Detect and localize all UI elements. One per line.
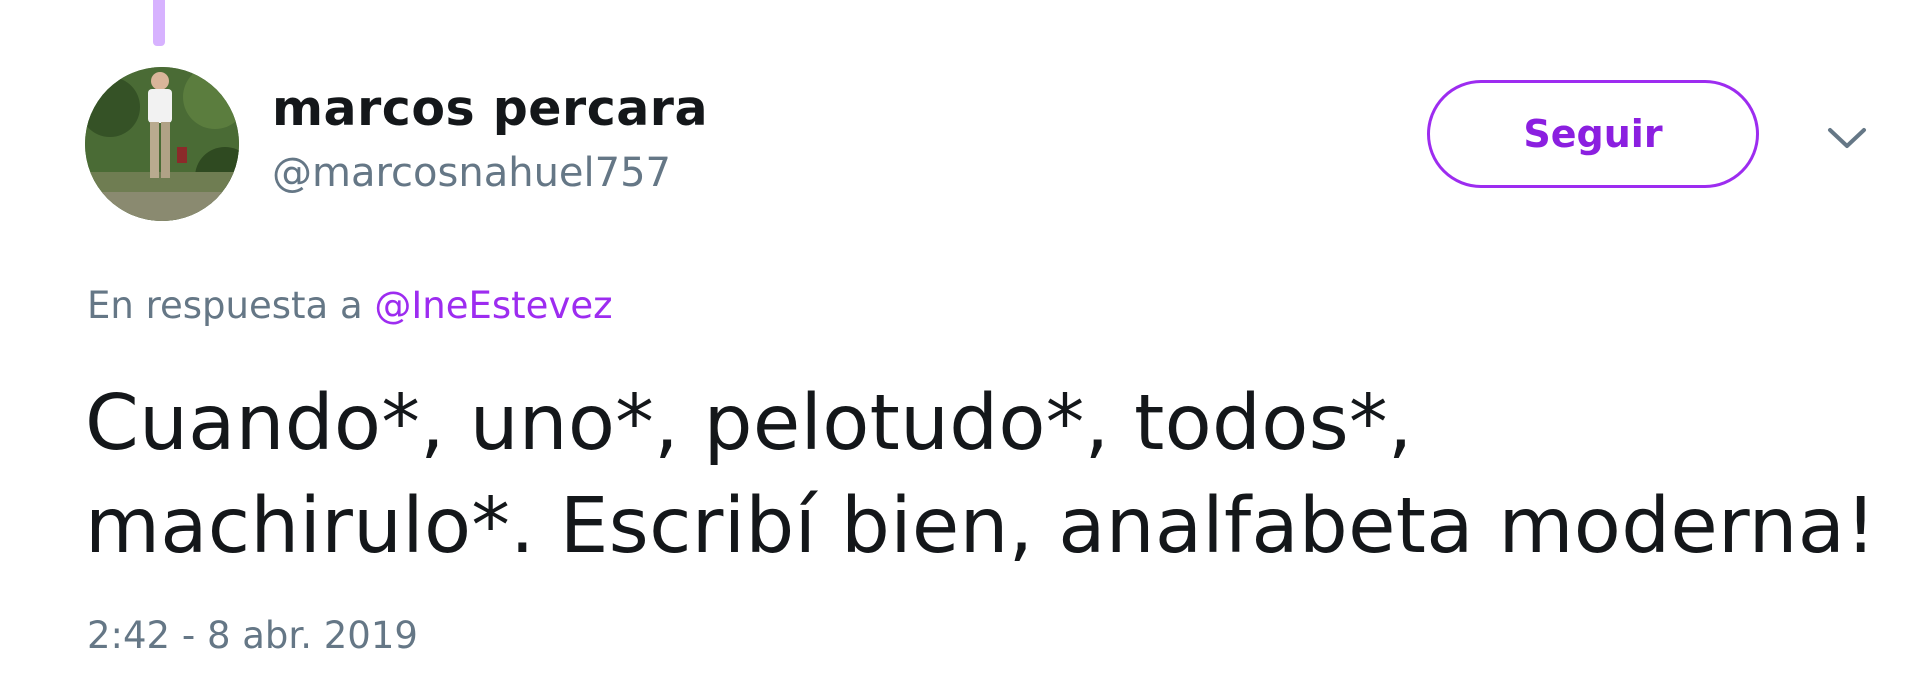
- avatar-photo: [85, 67, 239, 221]
- author-display-name[interactable]: marcos percara: [272, 80, 708, 137]
- thread-connector-line: [153, 0, 165, 46]
- chevron-down-icon[interactable]: [1822, 114, 1872, 164]
- tweet-text-line: machirulo*. Escribí bien, analfabeta mod…: [85, 482, 1877, 571]
- avatar[interactable]: [85, 67, 239, 221]
- author-handle[interactable]: @marcosnahuel757: [272, 150, 671, 196]
- reply-mention-link[interactable]: @IneEstevez: [374, 284, 612, 327]
- tweet-timestamp[interactable]: 2:42 - 8 abr. 2019: [87, 614, 418, 657]
- tweet-text-line: Cuando*, uno*, pelotudo*, todos*,: [85, 379, 1413, 468]
- reply-prefix: En respuesta a: [87, 284, 375, 327]
- follow-button[interactable]: Seguir: [1427, 80, 1759, 188]
- reply-context: En respuesta a @IneEstevez: [87, 284, 613, 327]
- tweet-text: Cuando*, uno*, pelotudo*, todos*, machir…: [85, 372, 1885, 578]
